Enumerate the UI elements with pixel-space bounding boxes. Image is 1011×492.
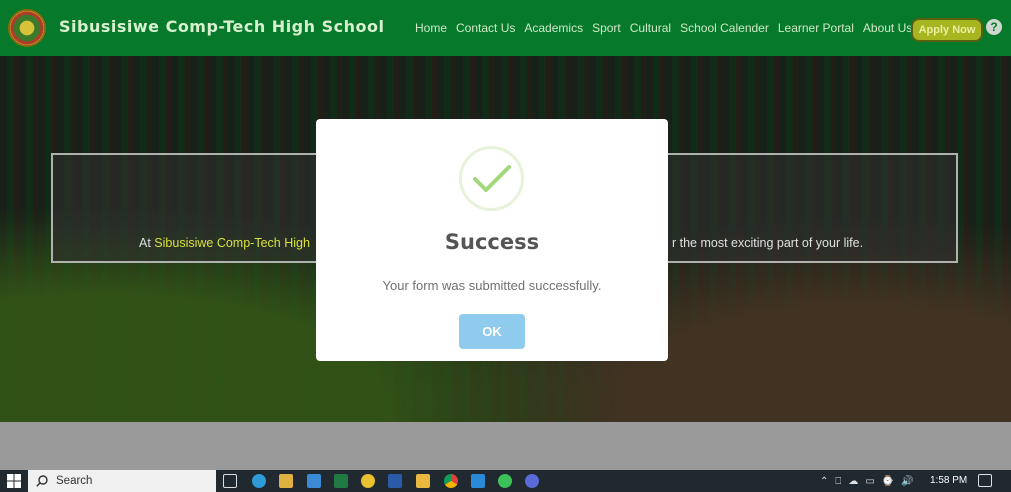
nav-sport[interactable]: Sport (592, 21, 621, 35)
windows-start-icon[interactable] (0, 470, 28, 492)
nav-home[interactable]: Home (415, 21, 447, 35)
network-icon[interactable]: ⎕ (835, 476, 841, 487)
volume-icon[interactable]: 🔊 (901, 476, 913, 487)
main-nav: Home Contact Us Academics Sport Cultural… (415, 21, 921, 35)
whatsapp-icon[interactable] (498, 474, 512, 488)
notification-icon[interactable] (978, 474, 992, 487)
word-icon[interactable] (388, 474, 402, 488)
nav-cultural[interactable]: Cultural (630, 21, 671, 35)
ok-button[interactable]: OK (459, 314, 525, 349)
task-view-icon[interactable] (223, 474, 237, 488)
dialog-message: Your form was submitted successfully. (382, 278, 602, 293)
wifi-icon[interactable]: ⌚ (882, 476, 894, 487)
success-dialog: Success Your form was submitted successf… (316, 119, 668, 361)
nav-school-calender[interactable]: School Calender (680, 21, 769, 35)
mail-icon[interactable] (307, 474, 321, 488)
hero-caption-prefix: At (139, 236, 155, 250)
hero-caption-left: At Sibusisiwe Comp-Tech High (139, 236, 310, 250)
battery-icon[interactable]: ▭ (865, 476, 874, 487)
app-icon-2[interactable] (525, 474, 539, 488)
cloud-icon[interactable]: ☁ (848, 476, 858, 487)
app-icon[interactable] (361, 474, 375, 488)
hero-caption-right: r the most exciting part of your life. (672, 236, 864, 250)
site-header: Sibusisiwe Comp-Tech High School Home Co… (0, 0, 1011, 56)
apply-now-button[interactable]: Apply Now (911, 18, 983, 42)
search-label: Search (56, 475, 93, 487)
chrome-icon[interactable] (444, 474, 458, 488)
nav-academics[interactable]: Academics (524, 21, 583, 35)
search-icon (36, 475, 48, 487)
help-icon[interactable]: ? (986, 19, 1002, 35)
chevron-up-icon[interactable]: ⌃ (820, 476, 828, 487)
excel-icon[interactable] (334, 474, 348, 488)
nav-about-us[interactable]: About Us (863, 21, 912, 35)
taskbar-clock[interactable]: 1:58 PM (930, 475, 967, 486)
school-name[interactable]: Sibusisiwe Comp-Tech High School (59, 17, 384, 36)
taskbar-search[interactable]: Search (28, 470, 216, 492)
windows-taskbar: Search ⌃ ⎕ ☁ ▭ ⌚ 🔊 1:58 PM (0, 470, 1011, 492)
vscode-icon[interactable] (471, 474, 485, 488)
edge-icon[interactable] (252, 474, 266, 488)
school-logo[interactable] (8, 9, 46, 47)
success-check-icon (459, 146, 524, 211)
nav-contact-us[interactable]: Contact Us (456, 21, 515, 35)
hero-caption-school: Sibusisiwe Comp-Tech High (154, 236, 310, 250)
file-explorer-icon[interactable] (416, 474, 430, 488)
dialog-title: Success (444, 230, 540, 254)
nav-learner-portal[interactable]: Learner Portal (778, 21, 854, 35)
store-icon[interactable] (279, 474, 293, 488)
system-tray: ⌃ ⎕ ☁ ▭ ⌚ 🔊 (820, 470, 914, 492)
